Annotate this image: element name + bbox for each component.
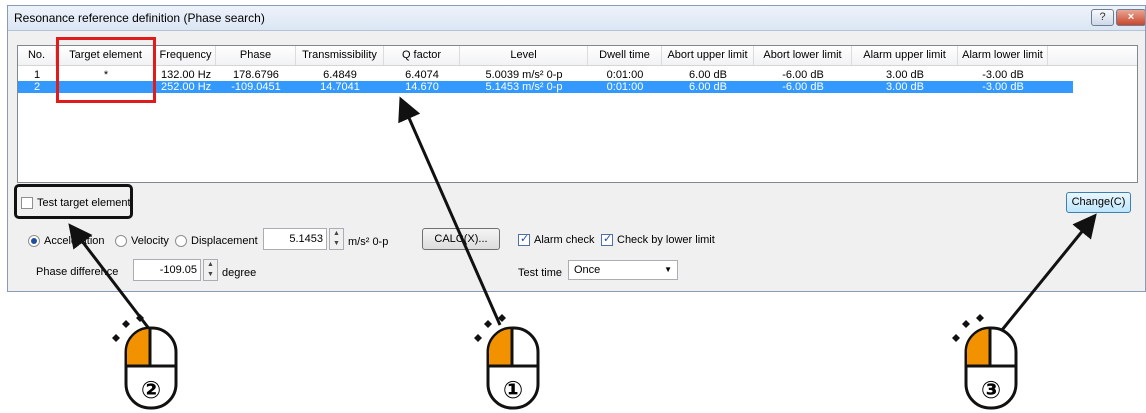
arrow-1	[398, 96, 502, 326]
mouse-click-icon: ②	[112, 314, 178, 410]
mouse-click-icon: ①	[474, 314, 540, 410]
callout-marker-2: ②	[141, 376, 161, 404]
callout-marker-3: ③	[981, 376, 1001, 404]
callout-marker-1: ①	[503, 376, 523, 404]
mouse-click-icon: ③	[952, 314, 1018, 410]
